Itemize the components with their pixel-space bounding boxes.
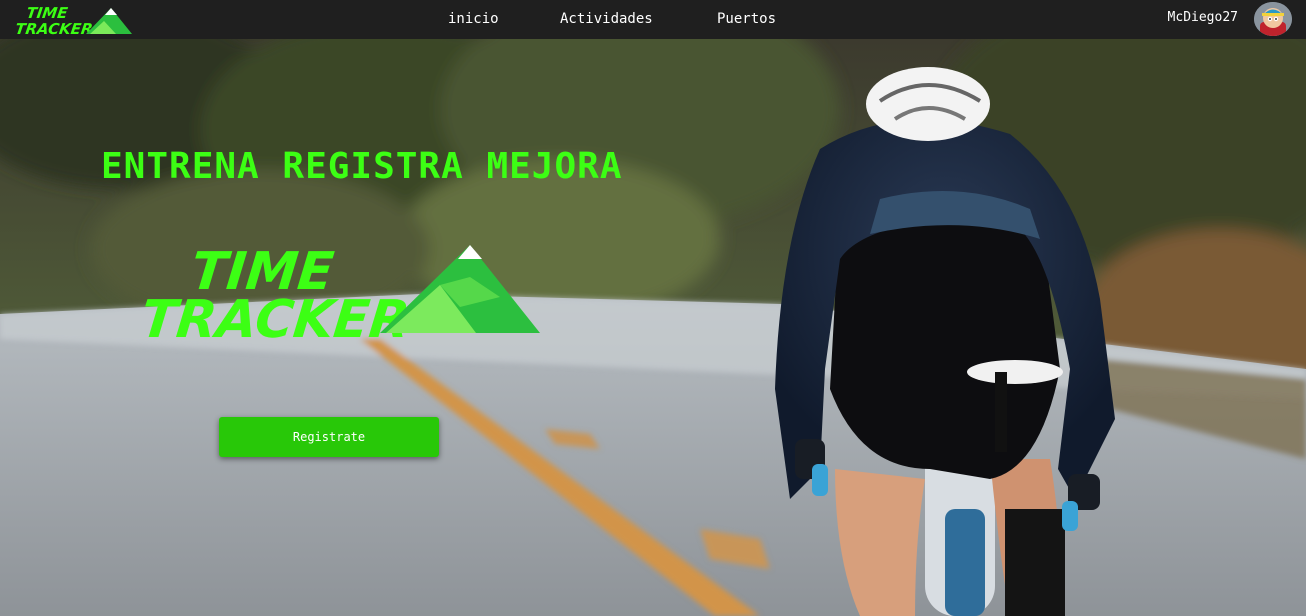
svg-text:TRACKER: TRACKER — [16, 20, 94, 37]
nav-link-inicio[interactable]: inicio — [448, 11, 499, 27]
hero-logo: TIME TRACKER — [140, 242, 540, 347]
nav-link-actividades[interactable]: Actividades — [560, 11, 653, 27]
svg-text:TRACKER: TRACKER — [140, 290, 413, 347]
register-button[interactable]: Registrate — [219, 417, 439, 457]
nav-link-puertos[interactable]: Puertos — [717, 11, 776, 27]
brand-logo[interactable]: TIME TRACKER — [16, 3, 134, 37]
top-navbar: TIME TRACKER inicio Actividades Puertos … — [0, 0, 1306, 39]
hero-tagline: ENTRENA REGISTRA MEJORA — [101, 146, 623, 187]
avatar-character-icon — [1254, 2, 1292, 36]
username-label[interactable]: McDiego27 — [1168, 10, 1238, 25]
user-avatar[interactable] — [1254, 2, 1292, 36]
hero-section: ENTRENA REGISTRA MEJORA TIME TRACKER Reg… — [0, 39, 1306, 616]
